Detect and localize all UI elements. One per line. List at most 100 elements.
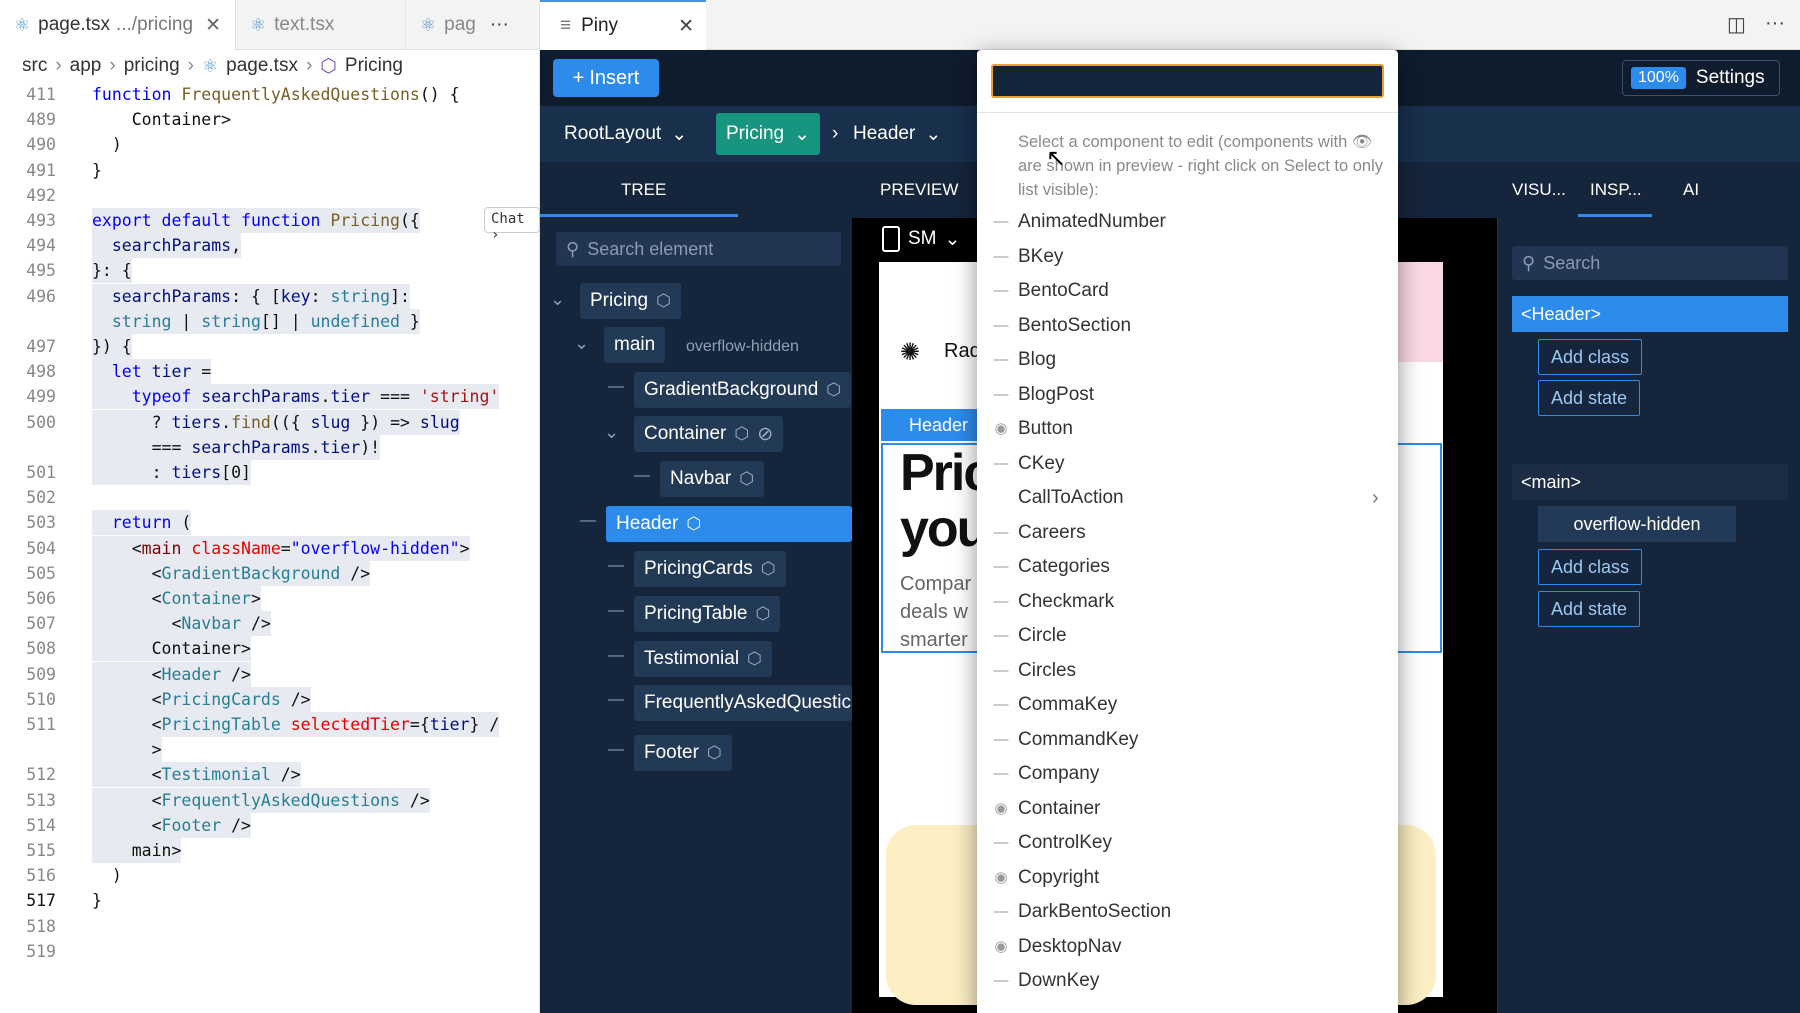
picker-item[interactable]: CKey (1018, 449, 1064, 479)
add-class-button[interactable]: Add class (1538, 549, 1643, 585)
tab-ai[interactable]: AI (1683, 162, 1699, 218)
line-code: <Footer /> (92, 812, 251, 838)
picker-item[interactable]: BKey (1018, 242, 1063, 272)
breadcrumb-pricing[interactable]: pricing (124, 55, 180, 77)
tree-node-label: PricingCards (644, 558, 753, 579)
picker-item[interactable]: Circles (1018, 656, 1076, 686)
picker-item[interactable]: Checkmark (1018, 587, 1114, 617)
picker-item[interactable]: Careers (1018, 518, 1086, 548)
tree-node-testimonial[interactable]: Testimonial ⬡ (634, 641, 772, 677)
crumb-header[interactable]: Header ⌄ (843, 113, 951, 155)
close-icon[interactable]: ✕ (678, 15, 694, 38)
chevron-down-icon[interactable]: ⌄ (574, 333, 589, 354)
close-icon[interactable]: ✕ (205, 14, 221, 37)
insert-button[interactable]: + Insert (553, 59, 659, 97)
tree-node-gradientbackground[interactable]: GradientBackground ⬡ (634, 372, 852, 408)
add-state-button[interactable]: Add state (1538, 380, 1641, 416)
search-placeholder: Search (1543, 252, 1601, 273)
crumb-rootlayout[interactable]: RootLayout ⌄ (554, 113, 697, 155)
header-element-row[interactable]: <Header> (1512, 296, 1788, 332)
picker-item[interactable]: DarkBentoSection (1018, 897, 1171, 927)
tree-node-main[interactable]: main (604, 327, 666, 363)
tab-visual[interactable]: VISU... (1512, 162, 1566, 218)
chat-button[interactable]: Chat › (484, 207, 540, 243)
picker-item[interactable]: Blog (1018, 345, 1056, 375)
line-number: 510 (26, 689, 56, 709)
picker-item[interactable]: CommandKey (1018, 725, 1138, 755)
dash-icon: — (608, 557, 624, 574)
tree-node-pricingcards[interactable]: PricingCards ⬡ (634, 551, 786, 587)
crumb-pricing[interactable]: Pricing ⌄ (716, 113, 820, 155)
tree-node-pricingtable[interactable]: PricingTable ⬡ (634, 596, 781, 632)
breadcrumb-app[interactable]: app (70, 55, 102, 77)
tab-text-tsx[interactable]: ⚛ text.tsx (236, 0, 406, 50)
component-search-input[interactable] (991, 64, 1384, 98)
picker-item[interactable]: Container (1018, 794, 1100, 824)
picker-item[interactable]: Circle (1018, 621, 1067, 651)
tree-search-input[interactable]: ⚲ Search element (556, 232, 841, 266)
picker-item[interactable]: DesktopNav (1018, 932, 1122, 962)
code-line: 507 <Navbar /> (0, 611, 540, 637)
add-state-button[interactable]: Add state (1538, 591, 1641, 627)
settings-label[interactable]: Settings (1696, 67, 1765, 89)
tab-piny[interactable]: ≡ Piny ✕ (540, 0, 706, 50)
tab-pag[interactable]: ⚛ pag ··· (406, 0, 540, 50)
tree-node-footer[interactable]: Footer ⬡ (634, 735, 732, 771)
picker-item[interactable]: BentoSection (1018, 311, 1131, 341)
tree-node-pricing[interactable]: Pricing ⬡ (580, 283, 681, 319)
header-label: Header (881, 409, 981, 441)
tree-node-label: PricingTable (644, 603, 748, 624)
class-badge[interactable]: overflow-hidden (1538, 506, 1736, 542)
picker-item[interactable]: CommaKey (1018, 690, 1117, 720)
add-class-button[interactable]: Add class (1538, 339, 1643, 375)
picker-item[interactable]: Company (1018, 759, 1099, 789)
inspector-search-input[interactable]: ⚲ Search (1512, 246, 1788, 280)
code-line: === searchParams.tier)! (0, 434, 540, 460)
component-icon: ⬡ (826, 380, 842, 399)
tree-node-container[interactable]: Container ⬡ ⊘ (634, 416, 784, 452)
picker-item[interactable]: Categories (1018, 552, 1110, 582)
chevron-right-icon[interactable]: › (1372, 483, 1379, 513)
picker-item[interactable]: BentoCard (1018, 276, 1109, 306)
search-icon: ⚲ (1522, 252, 1536, 273)
breadcrumb-symbol[interactable]: Pricing (345, 55, 403, 77)
picker-item[interactable]: DownKey (1018, 966, 1099, 996)
picker-item[interactable]: BlogPost (1018, 380, 1094, 410)
tree-node-navbar[interactable]: Navbar ⬡ (660, 461, 765, 497)
picker-item[interactable]: AnimatedNumber (1018, 207, 1166, 237)
picker-item[interactable]: Copyright (1018, 863, 1099, 893)
picker-item[interactable]: ControlKey (1018, 828, 1112, 858)
split-editor-icon[interactable]: ◫ (1727, 12, 1746, 37)
zoom-level[interactable]: 100% (1631, 67, 1686, 89)
chevron-down-icon[interactable]: ⌄ (550, 289, 565, 310)
main-element-row[interactable]: <main> (1512, 464, 1788, 500)
dash-icon: — (993, 903, 1009, 920)
breadcrumb-file[interactable]: page.tsx (226, 55, 298, 77)
line-number: 501 (26, 463, 56, 482)
tab-inspect[interactable]: INSP... (1590, 162, 1642, 218)
code-area[interactable]: 411 function FrequentlyAskedQuestions() {… (0, 82, 540, 1013)
tab-tree[interactable]: TREE (621, 162, 666, 218)
code-line: 496 searchParams: { [key: string]: (0, 283, 540, 309)
tab-preview[interactable]: PREVIEW (880, 162, 958, 218)
tab-page-tsx[interactable]: ⚛ page.tsx .../pricing ✕ (0, 0, 236, 50)
tree-node-faq[interactable]: FrequentlyAskedQuestic (634, 685, 852, 721)
dash-icon: — (993, 765, 1009, 782)
line-number: 519 (26, 941, 56, 961)
tab-underline (540, 214, 738, 217)
code-line: 493 export default function Pricing({ (0, 208, 540, 233)
tree-node-header[interactable]: Header ⬡ (606, 506, 852, 542)
line-code: <FrequentlyAskedQuestions /> (92, 787, 430, 813)
more-icon[interactable]: ··· (1765, 12, 1785, 35)
more-icon[interactable]: ··· (490, 14, 509, 36)
picker-item[interactable]: CallToAction (1018, 483, 1124, 513)
device-selector[interactable]: SM ⌄ (882, 226, 960, 252)
dash-icon: — (608, 741, 624, 758)
breadcrumb-src[interactable]: src (22, 55, 47, 77)
zoom-settings[interactable]: 100% Settings (1622, 60, 1780, 96)
chevron-down-icon[interactable]: ⌄ (604, 422, 619, 443)
picker-item[interactable]: Button (1018, 414, 1073, 444)
code-line: 515 main> (0, 838, 540, 863)
insert-label: Insert (589, 66, 640, 89)
line-code: === searchParams.tier)! (92, 434, 381, 460)
